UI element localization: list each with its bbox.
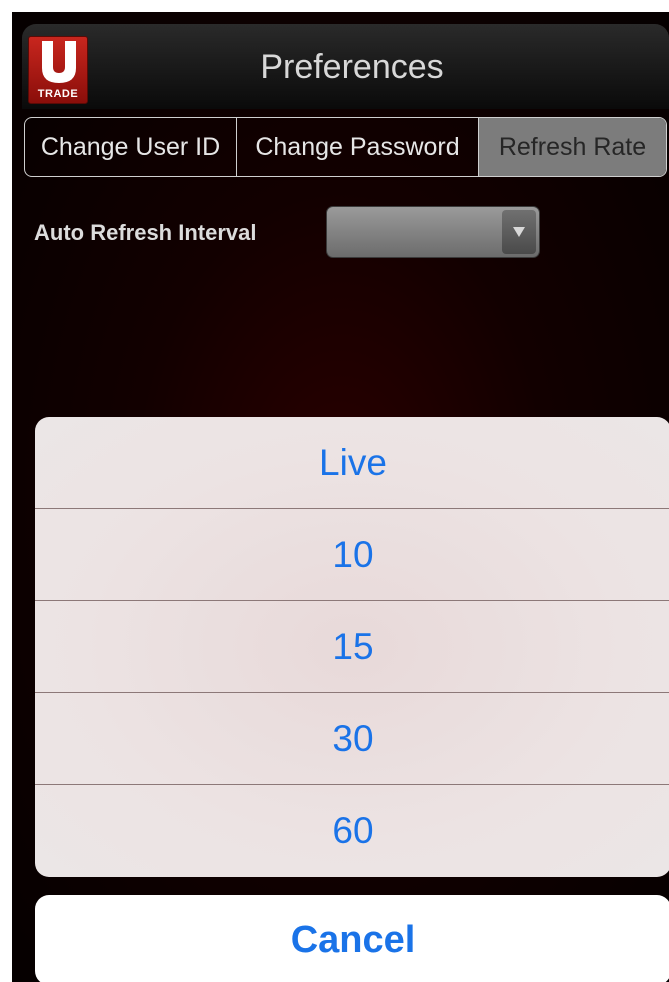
tab-refresh-rate[interactable]: Refresh Rate bbox=[479, 118, 666, 176]
option-live[interactable]: Live bbox=[35, 417, 669, 509]
interval-action-sheet: Live 10 15 30 60 bbox=[35, 417, 669, 877]
dropdown-arrow-button[interactable] bbox=[502, 210, 536, 254]
refresh-interval-dropdown[interactable] bbox=[326, 206, 540, 258]
auto-refresh-label: Auto Refresh Interval bbox=[34, 220, 257, 245]
tab-change-password[interactable]: Change Password bbox=[237, 118, 479, 176]
option-30[interactable]: 30 bbox=[35, 693, 669, 785]
option-15[interactable]: 15 bbox=[35, 601, 669, 693]
logo-brand-text: TRADE bbox=[37, 88, 79, 100]
preferences-tabs: Change User ID Change Password Refresh R… bbox=[24, 117, 667, 177]
tab-change-user-id[interactable]: Change User ID bbox=[25, 118, 237, 176]
option-10[interactable]: 10 bbox=[35, 509, 669, 601]
cancel-button[interactable]: Cancel bbox=[35, 895, 669, 982]
option-60[interactable]: 60 bbox=[35, 785, 669, 877]
page-title: Preferences bbox=[260, 48, 444, 86]
app-screen: TRADE Preferences Change User ID Change … bbox=[12, 12, 669, 982]
chevron-down-icon bbox=[513, 227, 525, 237]
